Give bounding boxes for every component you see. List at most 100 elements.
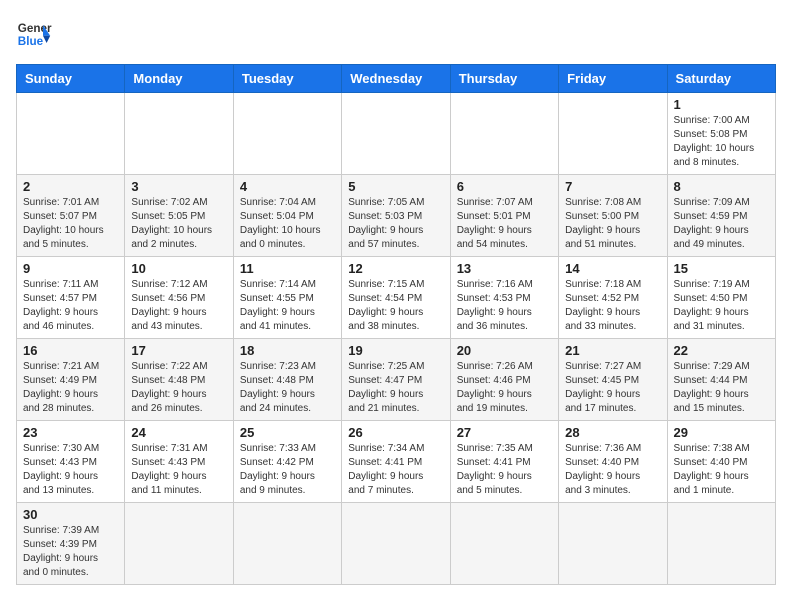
calendar-cell: 17 Sunrise: 7:22 AM Sunset: 4:48 PM Dayli… <box>125 339 233 421</box>
calendar-cell: 19 Sunrise: 7:25 AM Sunset: 4:47 PM Dayli… <box>342 339 450 421</box>
weekday-header-friday: Friday <box>559 65 667 93</box>
calendar-cell <box>125 93 233 175</box>
day-info: Sunrise: 7:12 AM Sunset: 4:56 PM Dayligh… <box>131 278 226 334</box>
calendar-week-row: 16 Sunrise: 7:21 AM Sunset: 4:49 PM Dayli… <box>17 339 776 421</box>
day-info: Sunrise: 7:35 AM Sunset: 4:41 PM Dayligh… <box>457 442 552 498</box>
day-info: Sunrise: 7:23 AM Sunset: 4:48 PM Dayligh… <box>240 360 335 416</box>
calendar-cell: 9Sunrise: 7:11 AM Sunset: 4:57 PM Daylig… <box>17 257 125 339</box>
calendar-cell: 4 Sunrise: 7:04 AM Sunset: 5:04 PM Daylig… <box>233 175 341 257</box>
calendar-cell <box>450 93 558 175</box>
day-number: 7 <box>565 179 660 194</box>
day-number: 28 <box>565 425 660 440</box>
calendar-cell <box>125 503 233 585</box>
day-info: Sunrise: 7:09 AM Sunset: 4:59 PM Dayligh… <box>674 196 769 252</box>
weekday-header-saturday: Saturday <box>667 65 775 93</box>
calendar-cell <box>233 503 341 585</box>
calendar-cell: 5 Sunrise: 7:05 AM Sunset: 5:03 PM Daylig… <box>342 175 450 257</box>
day-info: Sunrise: 7:19 AM Sunset: 4:50 PM Dayligh… <box>674 278 769 334</box>
day-info: Sunrise: 7:07 AM Sunset: 5:01 PM Dayligh… <box>457 196 552 252</box>
calendar-cell: 29Sunrise: 7:38 AM Sunset: 4:40 PM Dayli… <box>667 421 775 503</box>
day-number: 25 <box>240 425 335 440</box>
day-number: 24 <box>131 425 226 440</box>
day-number: 20 <box>457 343 552 358</box>
day-info: Sunrise: 7:14 AM Sunset: 4:55 PM Dayligh… <box>240 278 335 334</box>
day-info: Sunrise: 7:04 AM Sunset: 5:04 PM Dayligh… <box>240 196 335 252</box>
calendar-cell: 8 Sunrise: 7:09 AM Sunset: 4:59 PM Daylig… <box>667 175 775 257</box>
day-info: Sunrise: 7:00 AM Sunset: 5:08 PM Dayligh… <box>674 114 769 170</box>
day-info: Sunrise: 7:29 AM Sunset: 4:44 PM Dayligh… <box>674 360 769 416</box>
day-info: Sunrise: 7:21 AM Sunset: 4:49 PM Dayligh… <box>23 360 118 416</box>
calendar-cell: 10Sunrise: 7:12 AM Sunset: 4:56 PM Dayli… <box>125 257 233 339</box>
calendar-cell: 2 Sunrise: 7:01 AM Sunset: 5:07 PM Daylig… <box>17 175 125 257</box>
calendar-week-row: 1 Sunrise: 7:00 AM Sunset: 5:08 PM Daylig… <box>17 93 776 175</box>
calendar-header-row: SundayMondayTuesdayWednesdayThursdayFrid… <box>17 65 776 93</box>
day-info: Sunrise: 7:15 AM Sunset: 4:54 PM Dayligh… <box>348 278 443 334</box>
day-number: 21 <box>565 343 660 358</box>
calendar-cell <box>17 93 125 175</box>
day-number: 16 <box>23 343 118 358</box>
day-info: Sunrise: 7:25 AM Sunset: 4:47 PM Dayligh… <box>348 360 443 416</box>
day-info: Sunrise: 7:22 AM Sunset: 4:48 PM Dayligh… <box>131 360 226 416</box>
day-info: Sunrise: 7:01 AM Sunset: 5:07 PM Dayligh… <box>23 196 118 252</box>
calendar-cell: 25 Sunrise: 7:33 AM Sunset: 4:42 PM Dayli… <box>233 421 341 503</box>
calendar-week-row: 30 Sunrise: 7:39 AM Sunset: 4:39 PM Dayli… <box>17 503 776 585</box>
calendar-cell <box>450 503 558 585</box>
calendar-week-row: 2 Sunrise: 7:01 AM Sunset: 5:07 PM Daylig… <box>17 175 776 257</box>
day-number: 22 <box>674 343 769 358</box>
calendar-cell: 28Sunrise: 7:36 AM Sunset: 4:40 PM Dayli… <box>559 421 667 503</box>
day-number: 23 <box>23 425 118 440</box>
day-number: 4 <box>240 179 335 194</box>
logo: General Blue <box>16 16 52 52</box>
day-number: 26 <box>348 425 443 440</box>
day-info: Sunrise: 7:18 AM Sunset: 4:52 PM Dayligh… <box>565 278 660 334</box>
day-number: 13 <box>457 261 552 276</box>
day-number: 5 <box>348 179 443 194</box>
calendar-cell: 7Sunrise: 7:08 AM Sunset: 5:00 PM Daylig… <box>559 175 667 257</box>
day-number: 14 <box>565 261 660 276</box>
day-number: 1 <box>674 97 769 112</box>
calendar-cell: 21 Sunrise: 7:27 AM Sunset: 4:45 PM Dayli… <box>559 339 667 421</box>
day-number: 8 <box>674 179 769 194</box>
calendar-cell: 26 Sunrise: 7:34 AM Sunset: 4:41 PM Dayli… <box>342 421 450 503</box>
calendar-cell: 23Sunrise: 7:30 AM Sunset: 4:43 PM Dayli… <box>17 421 125 503</box>
calendar-cell <box>559 503 667 585</box>
weekday-header-wednesday: Wednesday <box>342 65 450 93</box>
day-info: Sunrise: 7:33 AM Sunset: 4:42 PM Dayligh… <box>240 442 335 498</box>
calendar-cell: 16 Sunrise: 7:21 AM Sunset: 4:49 PM Dayli… <box>17 339 125 421</box>
calendar-cell <box>559 93 667 175</box>
weekday-header-sunday: Sunday <box>17 65 125 93</box>
logo-icon: General Blue <box>16 16 52 52</box>
day-info: Sunrise: 7:34 AM Sunset: 4:41 PM Dayligh… <box>348 442 443 498</box>
day-info: Sunrise: 7:05 AM Sunset: 5:03 PM Dayligh… <box>348 196 443 252</box>
calendar-cell <box>342 93 450 175</box>
calendar-cell <box>233 93 341 175</box>
calendar-week-row: 23Sunrise: 7:30 AM Sunset: 4:43 PM Dayli… <box>17 421 776 503</box>
day-info: Sunrise: 7:26 AM Sunset: 4:46 PM Dayligh… <box>457 360 552 416</box>
day-info: Sunrise: 7:16 AM Sunset: 4:53 PM Dayligh… <box>457 278 552 334</box>
calendar-cell: 30 Sunrise: 7:39 AM Sunset: 4:39 PM Dayli… <box>17 503 125 585</box>
day-number: 19 <box>348 343 443 358</box>
day-info: Sunrise: 7:39 AM Sunset: 4:39 PM Dayligh… <box>23 524 118 580</box>
calendar-cell: 15Sunrise: 7:19 AM Sunset: 4:50 PM Dayli… <box>667 257 775 339</box>
calendar-week-row: 9Sunrise: 7:11 AM Sunset: 4:57 PM Daylig… <box>17 257 776 339</box>
day-info: Sunrise: 7:38 AM Sunset: 4:40 PM Dayligh… <box>674 442 769 498</box>
day-number: 12 <box>348 261 443 276</box>
day-number: 18 <box>240 343 335 358</box>
calendar-table: SundayMondayTuesdayWednesdayThursdayFrid… <box>16 64 776 585</box>
calendar-cell: 11Sunrise: 7:14 AM Sunset: 4:55 PM Dayli… <box>233 257 341 339</box>
weekday-header-monday: Monday <box>125 65 233 93</box>
day-number: 30 <box>23 507 118 522</box>
day-number: 6 <box>457 179 552 194</box>
calendar-cell: 22 Sunrise: 7:29 AM Sunset: 4:44 PM Dayli… <box>667 339 775 421</box>
calendar-cell: 14 Sunrise: 7:18 AM Sunset: 4:52 PM Dayli… <box>559 257 667 339</box>
day-number: 3 <box>131 179 226 194</box>
calendar-cell: 3Sunrise: 7:02 AM Sunset: 5:05 PM Daylig… <box>125 175 233 257</box>
day-number: 17 <box>131 343 226 358</box>
calendar-cell: 24Sunrise: 7:31 AM Sunset: 4:43 PM Dayli… <box>125 421 233 503</box>
day-info: Sunrise: 7:27 AM Sunset: 4:45 PM Dayligh… <box>565 360 660 416</box>
calendar-cell: 20 Sunrise: 7:26 AM Sunset: 4:46 PM Dayli… <box>450 339 558 421</box>
calendar-cell: 18 Sunrise: 7:23 AM Sunset: 4:48 PM Dayli… <box>233 339 341 421</box>
day-number: 27 <box>457 425 552 440</box>
calendar-cell: 1 Sunrise: 7:00 AM Sunset: 5:08 PM Daylig… <box>667 93 775 175</box>
day-number: 2 <box>23 179 118 194</box>
